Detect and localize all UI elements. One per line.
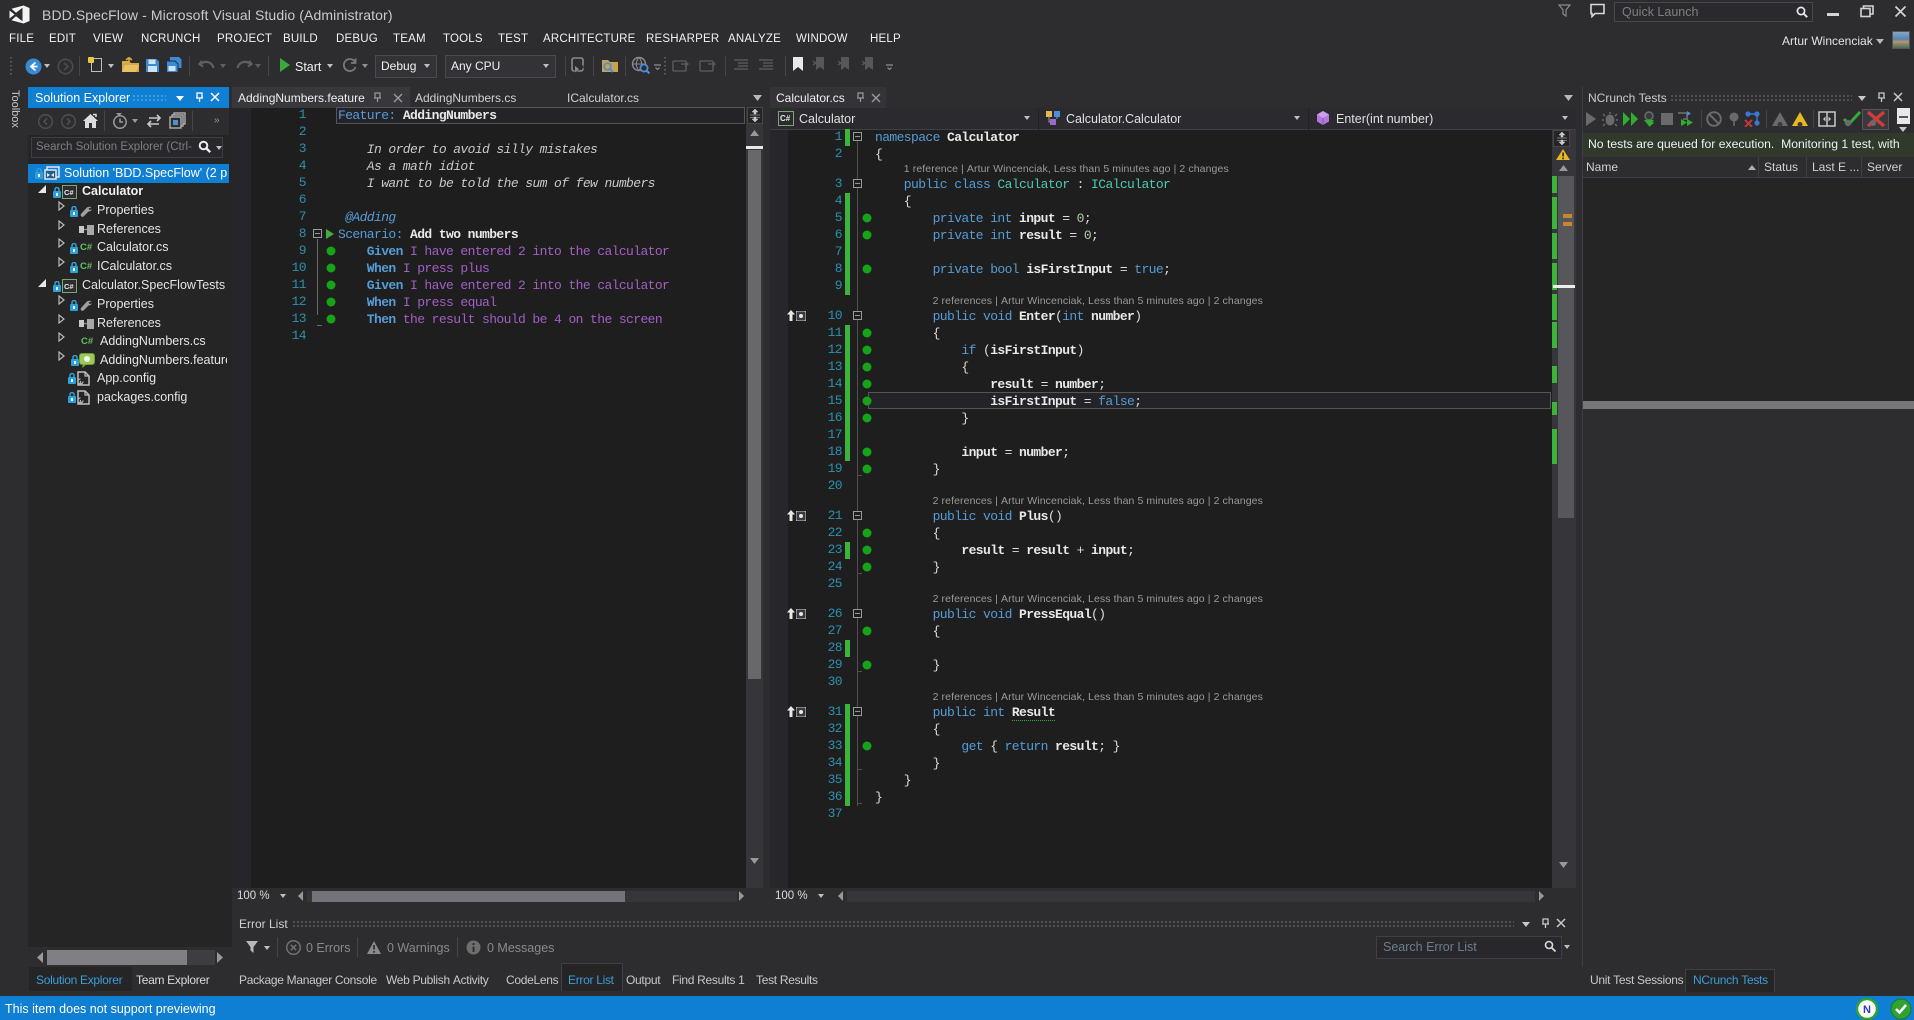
svg-text:N: N xyxy=(1863,1004,1871,1016)
